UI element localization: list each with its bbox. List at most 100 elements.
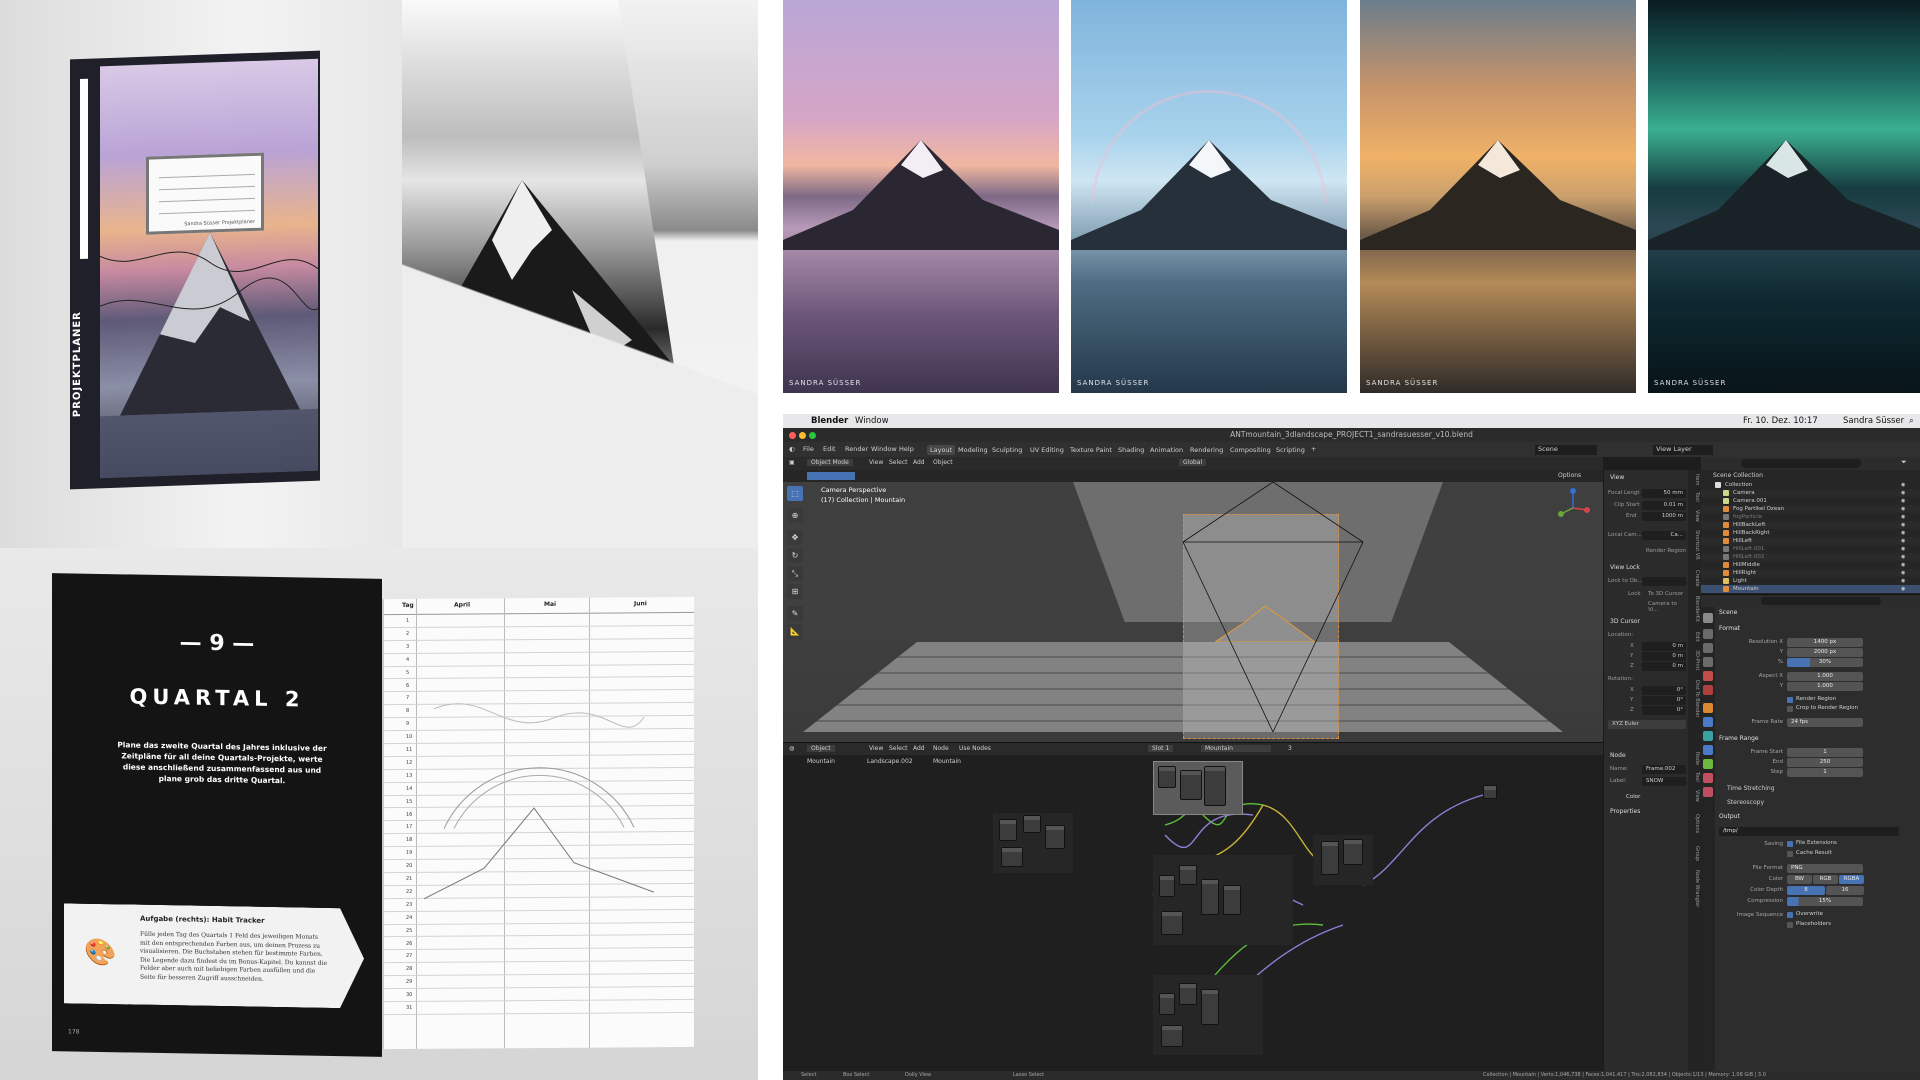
outliner-item[interactable]: Camera ◉ [1701, 489, 1920, 497]
node-frame-right[interactable] [1313, 835, 1373, 885]
clip-end-field[interactable]: 1000 m [1642, 512, 1686, 521]
particles-tab-icon[interactable] [1703, 731, 1713, 741]
to-3d-cursor-checkbox[interactable]: To 3D Cursor [1648, 591, 1683, 597]
node[interactable] [1161, 1025, 1183, 1047]
tab-compositing[interactable]: Compositing [1227, 445, 1274, 455]
select-box-tool-icon[interactable]: ⬚ [787, 486, 803, 501]
focal-length-field[interactable]: 50 mm [1642, 489, 1686, 498]
navigation-gizmo[interactable] [1553, 488, 1593, 528]
render-tab-icon[interactable] [1703, 629, 1713, 639]
view-layer-tab-icon[interactable] [1703, 657, 1713, 667]
zoom-button[interactable] [809, 432, 816, 439]
color-bw-button[interactable]: BW [1787, 875, 1812, 884]
overwrite-checkbox-box[interactable] [1787, 912, 1793, 918]
color-rgb-button[interactable]: RGB [1813, 875, 1838, 884]
outliner-item[interactable]: HillRight ◉ [1701, 569, 1920, 577]
editor-type-icon[interactable]: ▣ [789, 459, 795, 466]
node[interactable] [1023, 815, 1041, 833]
node-frame-bottom[interactable] [1153, 975, 1263, 1055]
local-camera-field[interactable]: Ca... [1642, 531, 1686, 540]
material-users[interactable]: 3 [1288, 745, 1292, 752]
node[interactable] [1321, 841, 1339, 875]
scene-tab-icon[interactable] [1703, 671, 1713, 681]
visibility-eye-icon[interactable]: ◉ [1901, 529, 1905, 537]
tab-texture-paint[interactable]: Texture Paint [1067, 445, 1115, 455]
ne-menu-view[interactable]: View [869, 745, 883, 752]
compression-slider[interactable]: 15% [1787, 897, 1863, 906]
app-menu[interactable]: Blender [811, 416, 848, 426]
menu-select[interactable]: Select [889, 459, 908, 466]
outliner-scene-collection[interactable]: Scene Collection [1701, 471, 1920, 481]
aspect-y-field[interactable]: 1.000 [1787, 682, 1863, 691]
menu-render[interactable]: Render [845, 445, 868, 453]
texture-tab-icon[interactable] [1703, 787, 1713, 797]
outliner-item[interactable]: HillBackLeft ◉ [1701, 521, 1920, 529]
stereoscopy-header[interactable]: Stereoscopy [1727, 799, 1764, 806]
node-frame-middle[interactable] [1153, 855, 1293, 945]
rot-z-field[interactable]: 0° [1642, 706, 1686, 715]
minimize-button[interactable] [799, 432, 806, 439]
material-output-node[interactable] [1483, 785, 1497, 799]
menu-add[interactable]: Add [913, 459, 925, 466]
visibility-eye-icon[interactable]: ◉ [1901, 497, 1905, 505]
properties-search-input[interactable] [1761, 597, 1881, 605]
measure-tool-icon[interactable]: 📐 [787, 624, 803, 639]
frame-start-field[interactable]: 1 [1787, 748, 1863, 757]
cursor-x-field[interactable]: 0 m [1642, 642, 1686, 651]
cache-result-label[interactable]: Cache Result [1796, 850, 1832, 856]
node[interactable] [1343, 839, 1363, 865]
node-section-header[interactable]: Node [1610, 752, 1626, 759]
3d-cursor-header[interactable]: 3D Cursor [1610, 618, 1640, 625]
output-path-field[interactable]: /tmp/ [1719, 827, 1899, 836]
visibility-eye-icon[interactable]: ◉ [1901, 513, 1905, 521]
orientation-selector[interactable]: Global [1179, 459, 1207, 466]
node[interactable] [1180, 770, 1202, 800]
annotate-tool-icon[interactable]: ✎ [787, 606, 803, 621]
node[interactable] [1001, 847, 1023, 867]
transform-tool-icon[interactable]: ⊞ [787, 584, 803, 599]
frame-rate-select[interactable]: 24 fps [1787, 718, 1863, 727]
tab-create[interactable]: Create [1689, 570, 1700, 587]
rot-y-field[interactable]: 0° [1642, 696, 1686, 705]
frame-end-field[interactable]: 250 [1787, 758, 1863, 767]
menu-edit[interactable]: Edit [823, 445, 836, 453]
visibility-eye-icon[interactable]: ◉ [1901, 585, 1905, 593]
render-region-checkbox[interactable]: Render Region [1646, 548, 1686, 554]
blender-logo-icon[interactable]: ◐ [789, 445, 795, 453]
tab-layout[interactable]: Layout [927, 445, 956, 455]
object-tab-icon[interactable] [1703, 703, 1713, 713]
tab-group[interactable]: Group [1689, 846, 1700, 861]
resolution-y-field[interactable]: 2000 px [1787, 648, 1863, 657]
data-tab-icon[interactable] [1703, 759, 1713, 769]
move-tool-icon[interactable]: ✥ [787, 530, 803, 545]
crop-checkbox-box[interactable] [1787, 706, 1793, 712]
close-button[interactable] [789, 432, 796, 439]
node[interactable] [1179, 983, 1197, 1005]
outliner-item[interactable]: HillLeft.002 ◉ [1701, 553, 1920, 561]
outliner-item[interactable]: fogParticle ◉ [1701, 513, 1920, 521]
visibility-eye-icon[interactable]: ◉ [1901, 489, 1905, 497]
tab-3d-print[interactable]: 3D-Print [1689, 650, 1700, 670]
render-region-checkbox-box[interactable] [1787, 697, 1793, 703]
visibility-eye-icon[interactable]: ◉ [1901, 481, 1905, 489]
outliner-item[interactable]: HillLeft.001 ◉ [1701, 545, 1920, 553]
resolution-x-field[interactable]: 1400 px [1787, 638, 1863, 647]
resolution-percent-slider[interactable]: 30% [1787, 658, 1863, 667]
world-tab-icon[interactable] [1703, 685, 1713, 695]
menu-object[interactable]: Object [933, 459, 953, 466]
aspect-x-field[interactable]: 1.000 [1787, 672, 1863, 681]
outliner-item[interactable]: Fog Partikel Ozean ◉ [1701, 505, 1920, 513]
ne-menu-add[interactable]: Add [913, 745, 925, 752]
tab-item[interactable]: Item [1689, 474, 1700, 485]
file-extensions-label[interactable]: File Extensions [1796, 840, 1837, 846]
visibility-eye-icon[interactable]: ◉ [1901, 505, 1905, 513]
node-name-field[interactable]: Frame.002 [1642, 765, 1686, 774]
rotate-tool-icon[interactable]: ↻ [787, 548, 803, 563]
filter-icon[interactable]: ⏷ [1901, 458, 1907, 467]
use-nodes-checkbox[interactable]: Use Nodes [959, 745, 991, 752]
scene-selector[interactable]: Scene [1535, 445, 1597, 455]
node[interactable] [1161, 911, 1183, 935]
scale-tool-icon[interactable]: ⤡ [787, 566, 803, 581]
placeholders-label[interactable]: Placeholders [1796, 921, 1831, 927]
user-name[interactable]: Sandra Süsser [1843, 416, 1904, 426]
